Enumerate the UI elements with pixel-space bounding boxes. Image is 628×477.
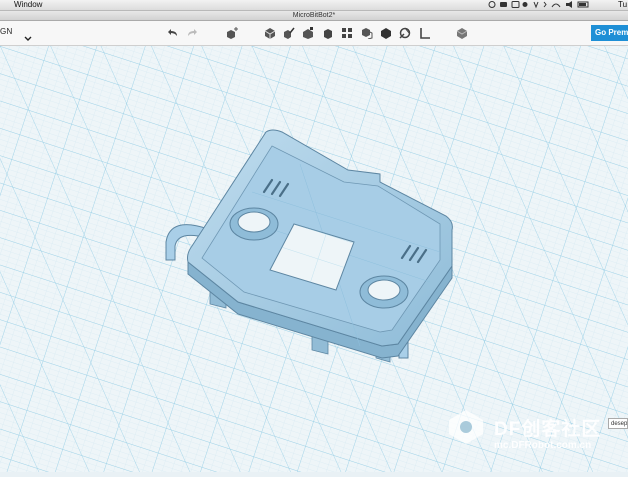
snap-icon[interactable]: [419, 26, 431, 40]
modify-icon[interactable]: [322, 26, 334, 40]
watermark-url: mc.DFRobot.com.cn: [494, 440, 592, 451]
group-icon[interactable]: [361, 26, 373, 40]
window-titlebar: MicroBitBot2*: [0, 11, 628, 21]
main-toolbar: GN Go Premiu: [0, 21, 628, 46]
add-primitive-icon[interactable]: [225, 26, 239, 40]
clock: Tu: [618, 0, 628, 9]
menu-bar: Window Tu: [0, 0, 628, 11]
window-title: MicroBitBot2*: [292, 12, 336, 19]
redo-icon[interactable]: [186, 26, 198, 40]
measure-icon[interactable]: [399, 26, 411, 40]
menu-window[interactable]: Window: [14, 0, 42, 10]
corner-tag: desep: [608, 418, 628, 429]
viewport-canvas[interactable]: [0, 46, 628, 472]
viewport-svg[interactable]: [0, 46, 628, 472]
material-icon[interactable]: [456, 26, 468, 40]
undo-icon[interactable]: [167, 26, 179, 40]
chevron-down-icon[interactable]: [24, 29, 32, 47]
workspace-label[interactable]: GN: [0, 27, 13, 36]
df-logo-icon: [443, 404, 489, 455]
sketch-icon[interactable]: [283, 26, 295, 40]
go-premium-button[interactable]: Go Premiu: [591, 25, 628, 41]
pattern-icon[interactable]: [341, 26, 353, 40]
combine-icon[interactable]: [380, 26, 392, 40]
primitive-box-icon[interactable]: [264, 26, 276, 40]
construct-icon[interactable]: [302, 26, 314, 40]
watermark-brand: DF创客社区: [494, 419, 602, 440]
